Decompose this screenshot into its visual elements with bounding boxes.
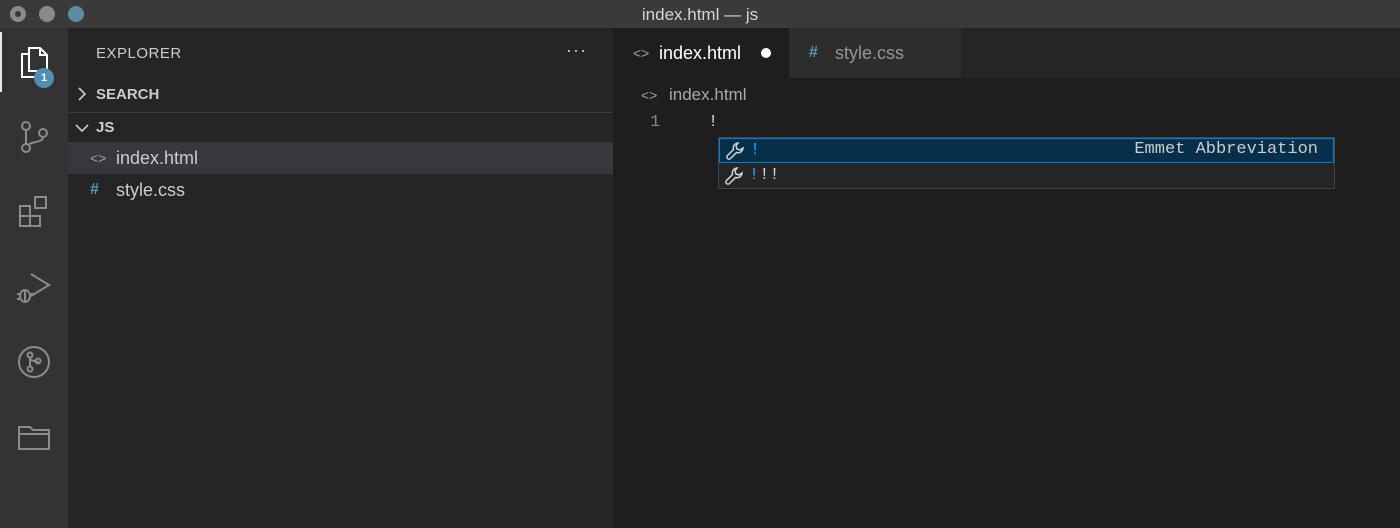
run-debug-icon: [17, 273, 51, 303]
tab-index-html[interactable]: <> index.html: [613, 28, 789, 78]
activity-bar: 1: [0, 28, 68, 528]
chevron-right-icon: [68, 87, 96, 101]
html-file-icon: <>: [90, 150, 107, 166]
section-label: JS: [96, 119, 115, 136]
suggestion-label: !: [750, 141, 760, 160]
editor-tab-bar: <> index.html # style.css: [613, 28, 1400, 78]
explorer-badge: 1: [34, 68, 54, 88]
unsaved-dot-icon[interactable]: [761, 48, 771, 58]
more-actions-button[interactable]: ···: [566, 40, 587, 61]
html-file-icon: <>: [641, 87, 658, 103]
tab-label: style.css: [835, 42, 905, 63]
folder-icon: [18, 426, 50, 450]
activity-git-graph[interactable]: [0, 332, 68, 392]
wrench-icon: [719, 166, 749, 186]
suggestion-widget: ! Emmet Abbreviation !!!: [718, 137, 1335, 189]
line-number: 1: [650, 113, 661, 132]
file-item-style-css[interactable]: # style.css: [68, 174, 613, 206]
tab-style-css[interactable]: # style.css: [789, 28, 961, 78]
file-name: style.css: [116, 179, 186, 200]
activity-folders[interactable]: [0, 407, 68, 467]
chevron-down-icon: [68, 123, 96, 133]
wrench-icon: [720, 141, 750, 161]
css-file-icon: #: [90, 181, 99, 198]
git-graph-icon: [18, 346, 50, 378]
explorer-title: EXPLORER: [96, 45, 182, 62]
file-name: index.html: [116, 147, 199, 168]
explorer-sidebar: EXPLORER ··· SEARCH JS <> index.html # s…: [68, 28, 613, 528]
code-line[interactable]: !: [708, 113, 718, 132]
file-item-index-html[interactable]: <> index.html: [68, 142, 613, 174]
html-file-icon: <>: [633, 45, 650, 61]
extensions-icon: [19, 196, 47, 227]
suggestion-match: !: [749, 166, 760, 185]
source-control-icon: [21, 121, 48, 153]
suggestion-item[interactable]: !!!: [719, 163, 1334, 188]
activity-source-control[interactable]: [0, 107, 68, 167]
section-js-folder[interactable]: JS: [68, 112, 613, 142]
activity-extensions[interactable]: [0, 182, 68, 242]
css-file-icon: #: [809, 44, 818, 61]
tab-label: index.html: [659, 42, 742, 63]
title-bar: index.html — js: [0, 0, 1400, 28]
suggestion-detail: Emmet Abbreviation: [1134, 140, 1318, 159]
suggestion-item[interactable]: ! Emmet Abbreviation: [719, 138, 1334, 163]
suggestion-rest: !!: [759, 166, 780, 185]
activity-run-debug[interactable]: [0, 257, 68, 317]
suggestion-label: !!!: [749, 166, 780, 185]
section-label: SEARCH: [96, 85, 160, 103]
breadcrumb-item[interactable]: index.html: [669, 85, 746, 105]
activity-explorer[interactable]: 1: [0, 32, 68, 92]
suggestion-match: !: [750, 141, 761, 160]
breadcrumb: <> index.html: [613, 78, 1400, 112]
section-search[interactable]: SEARCH: [68, 79, 613, 109]
window-title: index.html — js: [641, 5, 759, 24]
